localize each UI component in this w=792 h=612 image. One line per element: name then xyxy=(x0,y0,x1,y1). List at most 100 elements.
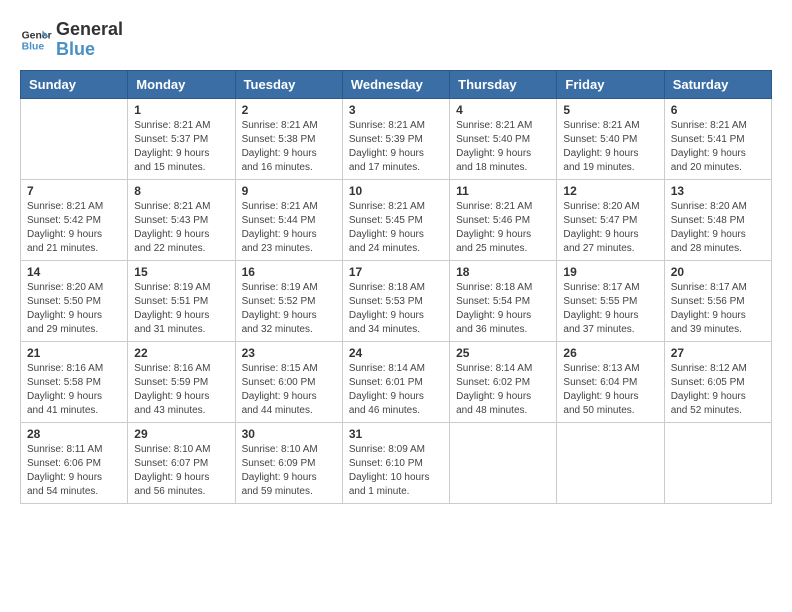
day-info: Sunrise: 8:10 AM Sunset: 6:07 PM Dayligh… xyxy=(134,443,228,499)
day-info: Sunrise: 8:17 AM Sunset: 5:55 PM Dayligh… xyxy=(563,281,657,337)
logo-text: General Blue xyxy=(56,20,123,60)
day-number: 26 xyxy=(563,346,657,360)
day-info: Sunrise: 8:21 AM Sunset: 5:37 PM Dayligh… xyxy=(134,119,228,175)
day-number: 30 xyxy=(242,427,336,441)
calendar-cell: 29 Sunrise: 8:10 AM Sunset: 6:07 PM Dayli… xyxy=(128,422,235,503)
day-number: 25 xyxy=(456,346,550,360)
day-info: Sunrise: 8:21 AM Sunset: 5:39 PM Dayligh… xyxy=(349,119,443,175)
weekday-header-monday: Monday xyxy=(128,70,235,98)
day-info: Sunrise: 8:16 AM Sunset: 5:59 PM Dayligh… xyxy=(134,362,228,418)
calendar-cell: 1 Sunrise: 8:21 AM Sunset: 5:37 PM Daylig… xyxy=(128,98,235,179)
calendar-cell: 8 Sunrise: 8:21 AM Sunset: 5:43 PM Daylig… xyxy=(128,179,235,260)
calendar-cell: 22Sunrise: 8:16 AM Sunset: 5:59 PM Dayli… xyxy=(128,341,235,422)
calendar-week-row: 7 Sunrise: 8:21 AM Sunset: 5:42 PM Daylig… xyxy=(21,179,772,260)
calendar-cell: 26Sunrise: 8:13 AM Sunset: 6:04 PM Dayli… xyxy=(557,341,664,422)
day-number: 27 xyxy=(671,346,765,360)
day-info: Sunrise: 8:21 AM Sunset: 5:40 PM Dayligh… xyxy=(563,119,657,175)
calendar-cell: 25 Sunrise: 8:14 AM Sunset: 6:02 PM Dayli… xyxy=(450,341,557,422)
calendar-cell: 10 Sunrise: 8:21 AM Sunset: 5:45 PM Dayli… xyxy=(342,179,449,260)
day-info: Sunrise: 8:20 AM Sunset: 5:50 PM Dayligh… xyxy=(27,281,121,337)
calendar-cell: 13 Sunrise: 8:20 AM Sunset: 5:48 PM Dayli… xyxy=(664,179,771,260)
day-info: Sunrise: 8:21 AM Sunset: 5:38 PM Dayligh… xyxy=(242,119,336,175)
calendar-cell: 9 Sunrise: 8:21 AM Sunset: 5:44 PM Daylig… xyxy=(235,179,342,260)
calendar-cell: 6 Sunrise: 8:21 AM Sunset: 5:41 PM Daylig… xyxy=(664,98,771,179)
day-info: Sunrise: 8:10 AM Sunset: 6:09 PM Dayligh… xyxy=(242,443,336,499)
calendar-cell: 12 Sunrise: 8:20 AM Sunset: 5:47 PM Dayli… xyxy=(557,179,664,260)
calendar-cell: 16 Sunrise: 8:19 AM Sunset: 5:52 PM Dayli… xyxy=(235,260,342,341)
day-number: 28 xyxy=(27,427,121,441)
weekday-header-saturday: Saturday xyxy=(664,70,771,98)
day-number: 7 xyxy=(27,184,121,198)
day-number: 29 xyxy=(134,427,228,441)
calendar-cell: 21Sunrise: 8:16 AM Sunset: 5:58 PM Dayli… xyxy=(21,341,128,422)
calendar-cell: 15 Sunrise: 8:19 AM Sunset: 5:51 PM Dayli… xyxy=(128,260,235,341)
calendar-table: SundayMondayTuesdayWednesdayThursdayFrid… xyxy=(20,70,772,504)
calendar-cell: 5Sunrise: 8:21 AM Sunset: 5:40 PM Daylig… xyxy=(557,98,664,179)
day-info: Sunrise: 8:21 AM Sunset: 5:43 PM Dayligh… xyxy=(134,200,228,256)
day-number: 8 xyxy=(134,184,228,198)
day-number: 24 xyxy=(349,346,443,360)
weekday-header-tuesday: Tuesday xyxy=(235,70,342,98)
logo: General Blue General Blue xyxy=(20,20,123,60)
day-info: Sunrise: 8:21 AM Sunset: 5:44 PM Dayligh… xyxy=(242,200,336,256)
calendar-cell: 7 Sunrise: 8:21 AM Sunset: 5:42 PM Daylig… xyxy=(21,179,128,260)
day-number: 11 xyxy=(456,184,550,198)
calendar-cell: 20Sunrise: 8:17 AM Sunset: 5:56 PM Dayli… xyxy=(664,260,771,341)
day-info: Sunrise: 8:21 AM Sunset: 5:45 PM Dayligh… xyxy=(349,200,443,256)
calendar-cell xyxy=(450,422,557,503)
calendar-cell: 19Sunrise: 8:17 AM Sunset: 5:55 PM Dayli… xyxy=(557,260,664,341)
weekday-header-wednesday: Wednesday xyxy=(342,70,449,98)
day-info: Sunrise: 8:14 AM Sunset: 6:02 PM Dayligh… xyxy=(456,362,550,418)
calendar-header: SundayMondayTuesdayWednesdayThursdayFrid… xyxy=(21,70,772,98)
day-info: Sunrise: 8:18 AM Sunset: 5:54 PM Dayligh… xyxy=(456,281,550,337)
day-info: Sunrise: 8:19 AM Sunset: 5:51 PM Dayligh… xyxy=(134,281,228,337)
calendar-cell: 28Sunrise: 8:11 AM Sunset: 6:06 PM Dayli… xyxy=(21,422,128,503)
day-info: Sunrise: 8:20 AM Sunset: 5:47 PM Dayligh… xyxy=(563,200,657,256)
calendar-cell: 24 Sunrise: 8:14 AM Sunset: 6:01 PM Dayli… xyxy=(342,341,449,422)
day-number: 17 xyxy=(349,265,443,279)
day-info: Sunrise: 8:12 AM Sunset: 6:05 PM Dayligh… xyxy=(671,362,765,418)
day-info: Sunrise: 8:20 AM Sunset: 5:48 PM Dayligh… xyxy=(671,200,765,256)
day-info: Sunrise: 8:17 AM Sunset: 5:56 PM Dayligh… xyxy=(671,281,765,337)
day-number: 12 xyxy=(563,184,657,198)
day-info: Sunrise: 8:14 AM Sunset: 6:01 PM Dayligh… xyxy=(349,362,443,418)
day-number: 23 xyxy=(242,346,336,360)
calendar-week-row: 1 Sunrise: 8:21 AM Sunset: 5:37 PM Daylig… xyxy=(21,98,772,179)
header: General Blue General Blue xyxy=(20,20,772,60)
calendar-cell: 27 Sunrise: 8:12 AM Sunset: 6:05 PM Dayli… xyxy=(664,341,771,422)
weekday-header-friday: Friday xyxy=(557,70,664,98)
day-info: Sunrise: 8:09 AM Sunset: 6:10 PM Dayligh… xyxy=(349,443,443,499)
day-number: 9 xyxy=(242,184,336,198)
day-number: 6 xyxy=(671,103,765,117)
calendar-cell: 17Sunrise: 8:18 AM Sunset: 5:53 PM Dayli… xyxy=(342,260,449,341)
weekday-header-thursday: Thursday xyxy=(450,70,557,98)
day-number: 10 xyxy=(349,184,443,198)
calendar-cell: 4Sunrise: 8:21 AM Sunset: 5:40 PM Daylig… xyxy=(450,98,557,179)
calendar-cell xyxy=(557,422,664,503)
day-info: Sunrise: 8:21 AM Sunset: 5:42 PM Dayligh… xyxy=(27,200,121,256)
day-number: 1 xyxy=(134,103,228,117)
day-info: Sunrise: 8:21 AM Sunset: 5:41 PM Dayligh… xyxy=(671,119,765,175)
day-number: 13 xyxy=(671,184,765,198)
day-number: 31 xyxy=(349,427,443,441)
day-number: 16 xyxy=(242,265,336,279)
calendar-cell xyxy=(21,98,128,179)
day-number: 18 xyxy=(456,265,550,279)
day-info: Sunrise: 8:19 AM Sunset: 5:52 PM Dayligh… xyxy=(242,281,336,337)
logo-icon: General Blue xyxy=(20,24,52,56)
calendar-cell: 2 Sunrise: 8:21 AM Sunset: 5:38 PM Daylig… xyxy=(235,98,342,179)
day-info: Sunrise: 8:15 AM Sunset: 6:00 PM Dayligh… xyxy=(242,362,336,418)
calendar-week-row: 21Sunrise: 8:16 AM Sunset: 5:58 PM Dayli… xyxy=(21,341,772,422)
calendar-cell: 23 Sunrise: 8:15 AM Sunset: 6:00 PM Dayli… xyxy=(235,341,342,422)
calendar-cell: 14 Sunrise: 8:20 AM Sunset: 5:50 PM Dayli… xyxy=(21,260,128,341)
day-number: 2 xyxy=(242,103,336,117)
day-info: Sunrise: 8:21 AM Sunset: 5:46 PM Dayligh… xyxy=(456,200,550,256)
day-number: 4 xyxy=(456,103,550,117)
day-number: 14 xyxy=(27,265,121,279)
calendar-cell: 30 Sunrise: 8:10 AM Sunset: 6:09 PM Dayli… xyxy=(235,422,342,503)
weekday-header-sunday: Sunday xyxy=(21,70,128,98)
day-number: 3 xyxy=(349,103,443,117)
day-number: 15 xyxy=(134,265,228,279)
calendar-body: 1 Sunrise: 8:21 AM Sunset: 5:37 PM Daylig… xyxy=(21,98,772,503)
day-info: Sunrise: 8:16 AM Sunset: 5:58 PM Dayligh… xyxy=(27,362,121,418)
